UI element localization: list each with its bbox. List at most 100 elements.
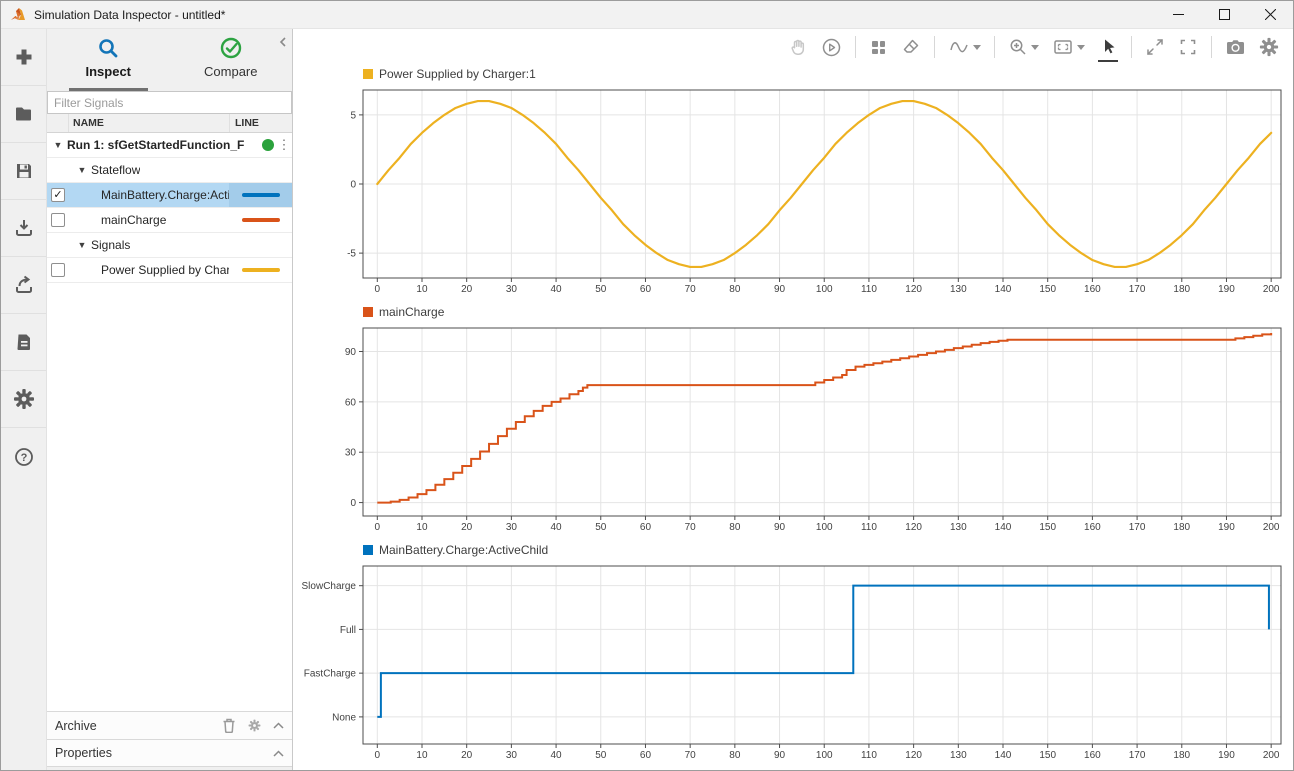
tab-bar: Inspect Compare (47, 29, 292, 91)
svg-text:0: 0 (375, 750, 381, 761)
archive-section-header[interactable]: Archive (47, 712, 292, 739)
export-button[interactable] (1, 257, 46, 314)
svg-text:0: 0 (375, 522, 381, 533)
app-window: Simulation Data Inspector - untitled* (0, 0, 1294, 771)
folder-icon (13, 103, 35, 125)
chart-power-supplied[interactable]: Power Supplied by Charger:1 010203040506… (299, 65, 1293, 301)
pointer-tool-button[interactable] (1098, 37, 1118, 57)
svg-text:180: 180 (1173, 284, 1190, 295)
collapse-panel-button[interactable] (278, 35, 288, 53)
archive-label: Archive (55, 719, 97, 733)
signal-checkbox-checked[interactable]: ✓ (51, 188, 65, 202)
fullscreen-button[interactable] (1178, 37, 1198, 57)
svg-text:110: 110 (861, 284, 877, 295)
svg-text:130: 130 (950, 750, 967, 761)
import-button[interactable] (1, 200, 46, 257)
signal-row-maincharge[interactable]: mainCharge (47, 208, 292, 233)
svg-text:140: 140 (995, 522, 1012, 533)
signal-tree: ▼ Run 1: sfGetStartedFunction_F ⋮ ▼ Stat… (47, 133, 292, 711)
add-button[interactable] (1, 29, 46, 86)
trash-icon[interactable] (222, 718, 236, 733)
chevron-up-icon[interactable] (273, 722, 284, 729)
svg-text:50: 50 (595, 522, 607, 533)
archive-settings-gear-icon[interactable] (248, 719, 261, 732)
activechild-plot[interactable]: 0102030405060708090100110120130140150160… (299, 561, 1291, 762)
svg-text:0: 0 (350, 498, 356, 509)
legend-swatch (363, 545, 373, 555)
signal-checkbox-unchecked[interactable] (51, 263, 65, 277)
create-report-button[interactable] (1, 314, 46, 371)
pan-button[interactable] (788, 37, 808, 57)
maincharge-plot[interactable]: 0102030405060708090100110120130140150160… (299, 323, 1291, 534)
save-button[interactable] (1, 143, 46, 200)
svg-text:80: 80 (729, 522, 741, 533)
filter-signals-input[interactable] (48, 96, 291, 110)
run-row[interactable]: ▼ Run 1: sfGetStartedFunction_F ⋮ (47, 133, 292, 158)
signal-label: mainCharge (101, 213, 166, 227)
clear-plots-button[interactable] (901, 37, 921, 57)
signal-checkbox-unchecked[interactable] (51, 213, 65, 227)
group-row-stateflow[interactable]: ▼ Stateflow (47, 158, 292, 183)
svg-text:120: 120 (905, 522, 922, 533)
svg-text:70: 70 (685, 284, 697, 295)
replay-button[interactable] (821, 37, 842, 58)
matlab-logo-icon (10, 7, 26, 23)
signal-label: Power Supplied by Charger:1 (101, 263, 229, 277)
signal-row-activechild[interactable]: ✓ MainBattery.Charge:ActiveChild (47, 183, 292, 208)
tab-inspect[interactable]: Inspect (47, 29, 170, 91)
group-label: Stateflow (91, 163, 140, 177)
svg-text:5: 5 (350, 110, 356, 121)
minimize-icon (1173, 9, 1184, 20)
signal-row-power[interactable]: Power Supplied by Charger:1 (47, 258, 292, 283)
run-menu-button[interactable]: ⋮ (276, 137, 292, 153)
close-button[interactable] (1247, 1, 1293, 28)
open-button[interactable] (1, 86, 46, 143)
chevron-down-icon (973, 45, 981, 50)
svg-text:30: 30 (506, 522, 518, 533)
group-expand-caret[interactable]: ▼ (77, 240, 87, 250)
group-expand-caret[interactable]: ▼ (77, 165, 87, 175)
group-row-signals[interactable]: ▼ Signals (47, 233, 292, 258)
chevron-up-icon[interactable] (273, 750, 284, 757)
chart-activechild[interactable]: MainBattery.Charge:ActiveChild 010203040… (299, 541, 1293, 767)
svg-text:100: 100 (816, 284, 833, 295)
tab-compare[interactable]: Compare (170, 29, 293, 91)
cursor-arrow-icon (1098, 37, 1118, 57)
preferences-button[interactable] (1, 371, 46, 428)
legend-swatch (363, 307, 373, 317)
play-circle-icon (821, 37, 842, 58)
properties-section-header[interactable]: Properties (47, 739, 292, 766)
snapshot-button[interactable] (1225, 38, 1246, 57)
chevron-left-icon (278, 36, 288, 48)
help-button[interactable]: ? (1, 428, 46, 485)
chart-maincharge[interactable]: mainCharge 01020304050607080901001101201… (299, 303, 1293, 539)
svg-text:?: ? (20, 452, 27, 464)
expand-button[interactable] (1145, 37, 1165, 57)
save-icon (13, 160, 35, 182)
svg-text:180: 180 (1173, 522, 1190, 533)
signal-line-swatch (242, 268, 280, 272)
panel-bottom-sections: Archive (47, 711, 292, 770)
minimize-button[interactable] (1155, 1, 1201, 28)
layout-button[interactable] (869, 38, 888, 57)
svg-text:60: 60 (640, 284, 652, 295)
plot-settings-button[interactable] (1259, 37, 1279, 57)
svg-text:40: 40 (551, 284, 563, 295)
group-label: Signals (91, 238, 130, 252)
chevron-down-icon (1031, 45, 1039, 50)
run-expand-caret[interactable]: ▼ (53, 140, 63, 150)
layout-grid-icon (869, 38, 888, 57)
fit-to-view-button[interactable] (1052, 37, 1085, 57)
zoom-button[interactable] (1008, 37, 1039, 57)
svg-text:170: 170 (1129, 284, 1146, 295)
run-label: Run 1: sfGetStartedFunction_F (67, 138, 244, 152)
signal-line-swatch (242, 218, 280, 222)
svg-text:10: 10 (416, 750, 428, 761)
svg-text:10: 10 (416, 284, 428, 295)
signal-display-button[interactable] (948, 37, 981, 57)
signal-wave-icon (948, 37, 970, 57)
maximize-button[interactable] (1201, 1, 1247, 28)
svg-text:130: 130 (950, 522, 967, 533)
tab-inspect-label: Inspect (85, 64, 131, 79)
power-supplied-plot[interactable]: 0102030405060708090100110120130140150160… (299, 85, 1291, 296)
